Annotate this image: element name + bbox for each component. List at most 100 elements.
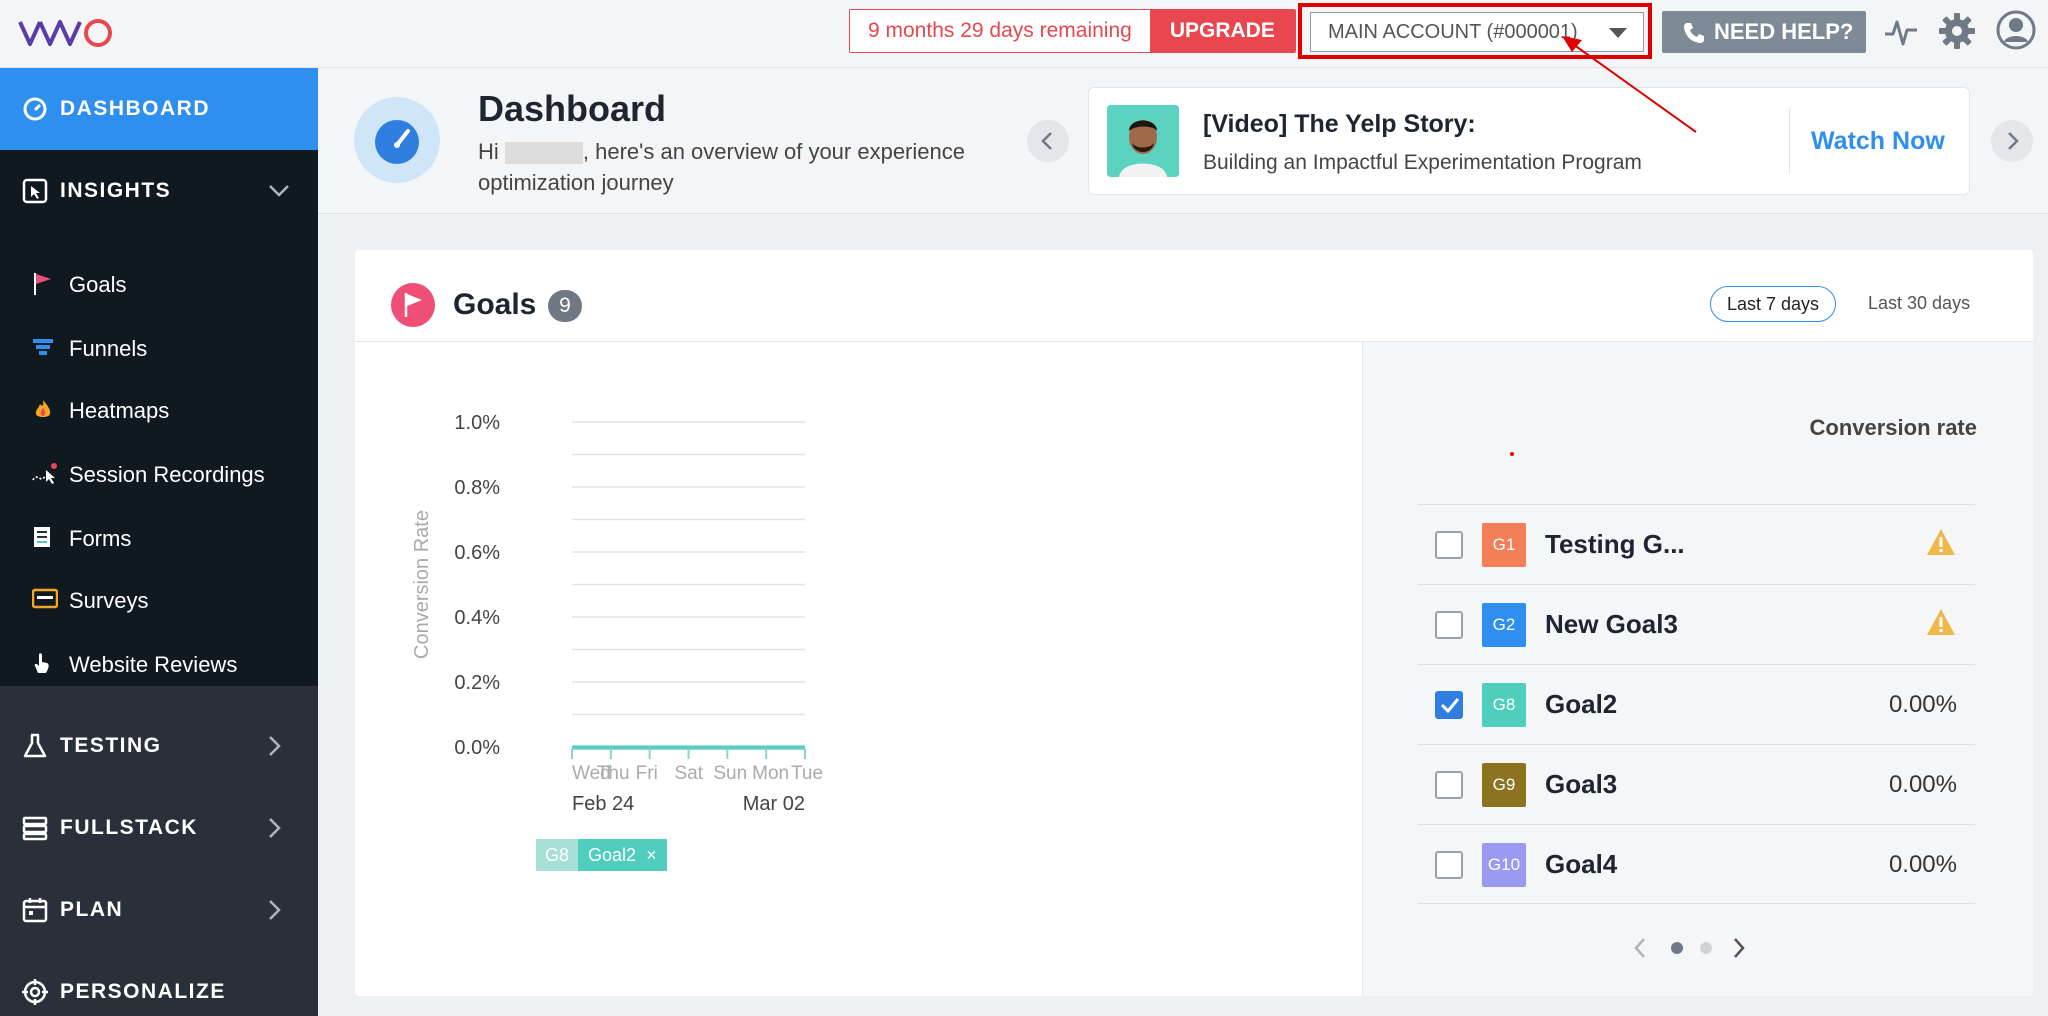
goals-panel: Goals 9 Last 7 days Last 30 days 1.0% 0.8… [355, 250, 2033, 996]
sidebar-item-dashboard[interactable]: DASHBOARD [0, 68, 318, 150]
sidebar-item-surveys[interactable]: Surveys [0, 568, 318, 630]
chevron-right-icon [2008, 132, 2019, 150]
goal-rows: G1 Testing G... G2 New Goal3 G8 Goal2 0.00% G9 G… [1418, 504, 1975, 904]
goal-checkbox[interactable] [1435, 851, 1463, 879]
chevron-right-icon [269, 900, 281, 920]
promo-speaker-avatar [1107, 105, 1179, 177]
insights-cursor-icon [22, 178, 48, 204]
goals-count-badge: 9 [548, 290, 582, 322]
server-stack-icon [22, 816, 48, 841]
goal-checkbox[interactable] [1435, 611, 1463, 639]
sidebar-item-forms[interactable]: Forms [0, 506, 318, 568]
warning-icon [1927, 609, 1955, 635]
trial-banner: 9 months 29 days remaining UPGRADE [849, 9, 1296, 53]
goal-row[interactable]: G1 Testing G... [1418, 504, 1975, 584]
sidebar-label-fullstack: FULLSTACK [60, 816, 198, 839]
goal-conversion-rate: 0.00% [1888, 691, 1957, 718]
goal-name[interactable]: Goal2 [1545, 689, 1617, 720]
account-label: MAIN ACCOUNT (#000001) [1328, 21, 1578, 43]
sidebar-label-forms: Forms [69, 526, 132, 551]
flag-icon [34, 273, 51, 295]
x-tick-label: Tue [791, 763, 823, 784]
vwo-logo[interactable] [18, 10, 118, 56]
goals-title: Goals [453, 288, 537, 321]
goal-badge: G8 [1482, 683, 1526, 727]
target-icon [22, 979, 48, 1005]
y-tick-label: 0.6% [454, 542, 500, 564]
pager-dot-active[interactable] [1671, 942, 1683, 954]
chevron-right-icon [269, 818, 281, 838]
funnel-icon [33, 339, 53, 355]
goal-checkbox[interactable] [1435, 691, 1463, 719]
goals-panel-header: Goals 9 Last 7 days Last 30 days [355, 250, 2033, 342]
sidebar-label-session-recordings: Session Recordings [69, 462, 265, 487]
conversion-rate-chart: 1.0%0.8%0.6%0.4%0.2%0.0%Conversion RateW… [411, 412, 823, 815]
goal-checkbox[interactable] [1435, 531, 1463, 559]
sidebar-item-goals[interactable]: Goals [0, 252, 318, 314]
chevron-right-icon[interactable] [1732, 937, 1746, 959]
chevron-right-icon [269, 736, 281, 756]
goal-list-pager [1633, 932, 1773, 962]
sidebar-item-heatmaps[interactable]: Heatmaps [0, 378, 318, 440]
sidebar-item-website-reviews[interactable]: Website Reviews [0, 632, 318, 694]
sidebar-item-fullstack[interactable]: FULLSTACK [0, 808, 318, 848]
heatmap-flame-icon [35, 400, 51, 417]
goal-name[interactable]: Goal4 [1545, 849, 1617, 880]
flask-icon [23, 733, 47, 758]
speedometer-icon [375, 120, 419, 164]
sidebar-item-session-recordings[interactable]: Session Recordings [0, 442, 318, 504]
sidebar-label-funnels: Funnels [69, 336, 148, 361]
goal-row[interactable]: G2 New Goal3 [1418, 584, 1975, 664]
session-recording-icon [32, 463, 57, 484]
watch-now-link[interactable]: Watch Now [1811, 127, 1945, 156]
legend-label: Goal2 × [578, 839, 667, 871]
pager-dot[interactable] [1700, 942, 1712, 954]
page-title: Dashboard [478, 88, 667, 129]
goal-row[interactable]: G8 Goal2 0.00% [1418, 664, 1975, 744]
warning-icon [1927, 529, 1955, 555]
sidebar-item-testing[interactable]: TESTING [0, 726, 318, 766]
activity-pulse-icon[interactable] [1883, 14, 1919, 50]
goal-list: Conversion rate G1 Testing G... G2 New Goal… [1362, 342, 2033, 996]
x-tick-label: Fri [636, 763, 658, 784]
x-tick-label: Sat [675, 763, 704, 784]
goal-row[interactable]: G9 Goal3 0.00% [1418, 744, 1975, 824]
survey-icon [32, 588, 58, 609]
dashboard-header: Dashboard Hi , here's an overview of you… [318, 36, 2048, 214]
remove-series-icon[interactable]: × [646, 845, 657, 865]
dashboard-greeting: Hi , here's an overview of your experien… [478, 136, 998, 198]
sidebar-label-plan: PLAN [60, 898, 124, 921]
annotation-arrow [1562, 36, 1697, 133]
sidebar-item-funnels[interactable]: Funnels [0, 316, 318, 378]
form-icon [34, 527, 50, 547]
goal-name[interactable]: Goal3 [1545, 769, 1617, 800]
promo-next-button[interactable] [1991, 120, 2033, 162]
sidebar-label-goals: Goals [69, 272, 127, 297]
sidebar-label-personalize: PERSONALIZE [60, 980, 226, 1003]
x-tick-label: Sun [713, 763, 747, 784]
chevron-left-icon[interactable] [1633, 937, 1647, 959]
speaker-portrait-icon [1107, 105, 1179, 177]
promo-prev-button[interactable] [1027, 120, 1069, 162]
user-avatar-icon[interactable] [1996, 10, 2036, 50]
insights-group: INSIGHTS Goals Funnels Heatmaps Session … [0, 150, 318, 686]
x-tick-label: Thu [597, 763, 630, 784]
range-last-30-days[interactable]: Last 30 days [1852, 286, 1986, 322]
y-tick-label: 0.2% [454, 672, 500, 694]
goal-badge: G2 [1482, 603, 1526, 647]
upgrade-button[interactable]: UPGRADE [1149, 10, 1295, 52]
dashboard-hero-icon [354, 97, 440, 183]
range-last-7-days[interactable]: Last 7 days [1710, 286, 1837, 322]
sidebar-item-personalize[interactable]: PERSONALIZE [0, 972, 318, 1012]
need-help-label: NEED HELP? [1714, 19, 1854, 44]
goal-checkbox[interactable] [1435, 771, 1463, 799]
x-tick-label: Mon [752, 763, 789, 784]
sidebar-item-insights[interactable]: INSIGHTS [0, 150, 318, 232]
gear-icon[interactable] [1938, 12, 1976, 50]
goal-name[interactable]: Testing G... [1545, 529, 1685, 560]
goal-badge: G1 [1482, 523, 1526, 567]
sidebar-item-plan[interactable]: PLAN [0, 890, 318, 930]
series-legend-chip[interactable]: G8 Goal2 × [536, 839, 667, 871]
goal-row[interactable]: G10 Goal4 0.00% [1418, 824, 1975, 904]
goal-name[interactable]: New Goal3 [1545, 609, 1678, 640]
